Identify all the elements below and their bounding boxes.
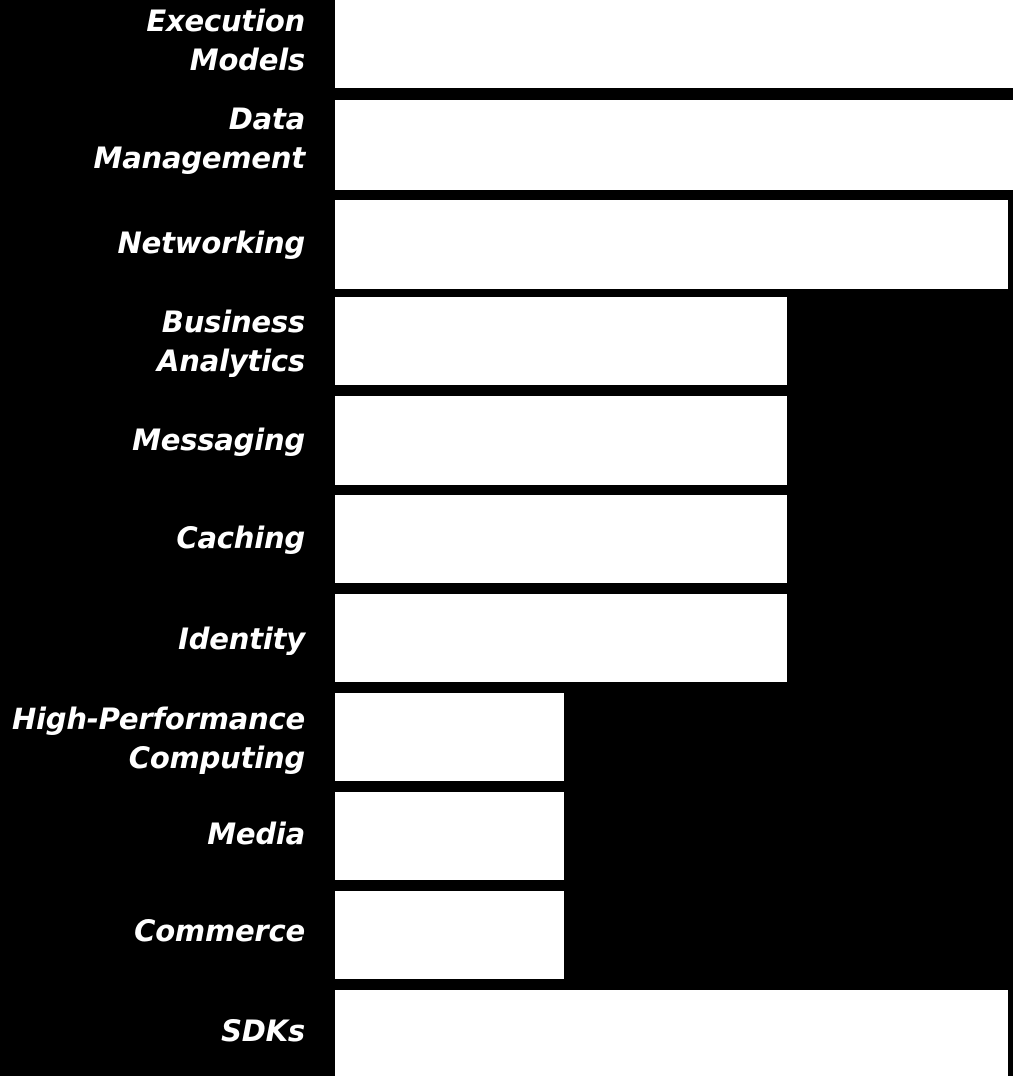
bar-category-label: Networking xyxy=(117,226,306,260)
bar-track xyxy=(335,100,1013,190)
bar-fill[interactable] xyxy=(335,693,564,781)
bar-fill[interactable] xyxy=(335,0,1013,88)
bar-category-label: Identity xyxy=(178,622,305,656)
bar-track xyxy=(335,891,564,979)
bar-fill[interactable] xyxy=(335,100,1013,190)
bar-fill[interactable] xyxy=(335,396,787,485)
bar-category-label: Execution Models xyxy=(146,4,305,77)
bar-category-label: High-Performance Computing xyxy=(11,702,305,775)
bar-fill[interactable] xyxy=(335,990,1008,1076)
bar-category-label: Media xyxy=(207,817,305,851)
bar-track xyxy=(335,693,564,781)
bar-track xyxy=(335,200,1008,289)
bar-fill[interactable] xyxy=(335,792,564,880)
bar-track xyxy=(335,297,787,385)
horizontal-bar-chart: Execution Models Data Management Networkin… xyxy=(0,0,1013,1076)
bar-fill[interactable] xyxy=(335,297,787,385)
bar-fill[interactable] xyxy=(335,200,1008,289)
bar-category-label: Business Analytics xyxy=(157,305,305,378)
bar-fill[interactable] xyxy=(335,495,787,583)
bar-category-label: SDKs xyxy=(221,1014,305,1048)
bar-track xyxy=(335,396,787,485)
bar-track xyxy=(335,495,787,583)
bar-fill[interactable] xyxy=(335,594,787,682)
bar-track xyxy=(335,792,564,880)
bar-track xyxy=(335,0,1013,88)
bar-category-label: Messaging xyxy=(132,423,305,457)
bar-category-label: Caching xyxy=(176,521,305,555)
bar-fill[interactable] xyxy=(335,891,564,979)
bar-track xyxy=(335,594,787,682)
bar-track xyxy=(335,990,1008,1076)
bar-category-label: Commerce xyxy=(134,914,305,948)
bar-category-label: Data Management xyxy=(93,102,306,175)
